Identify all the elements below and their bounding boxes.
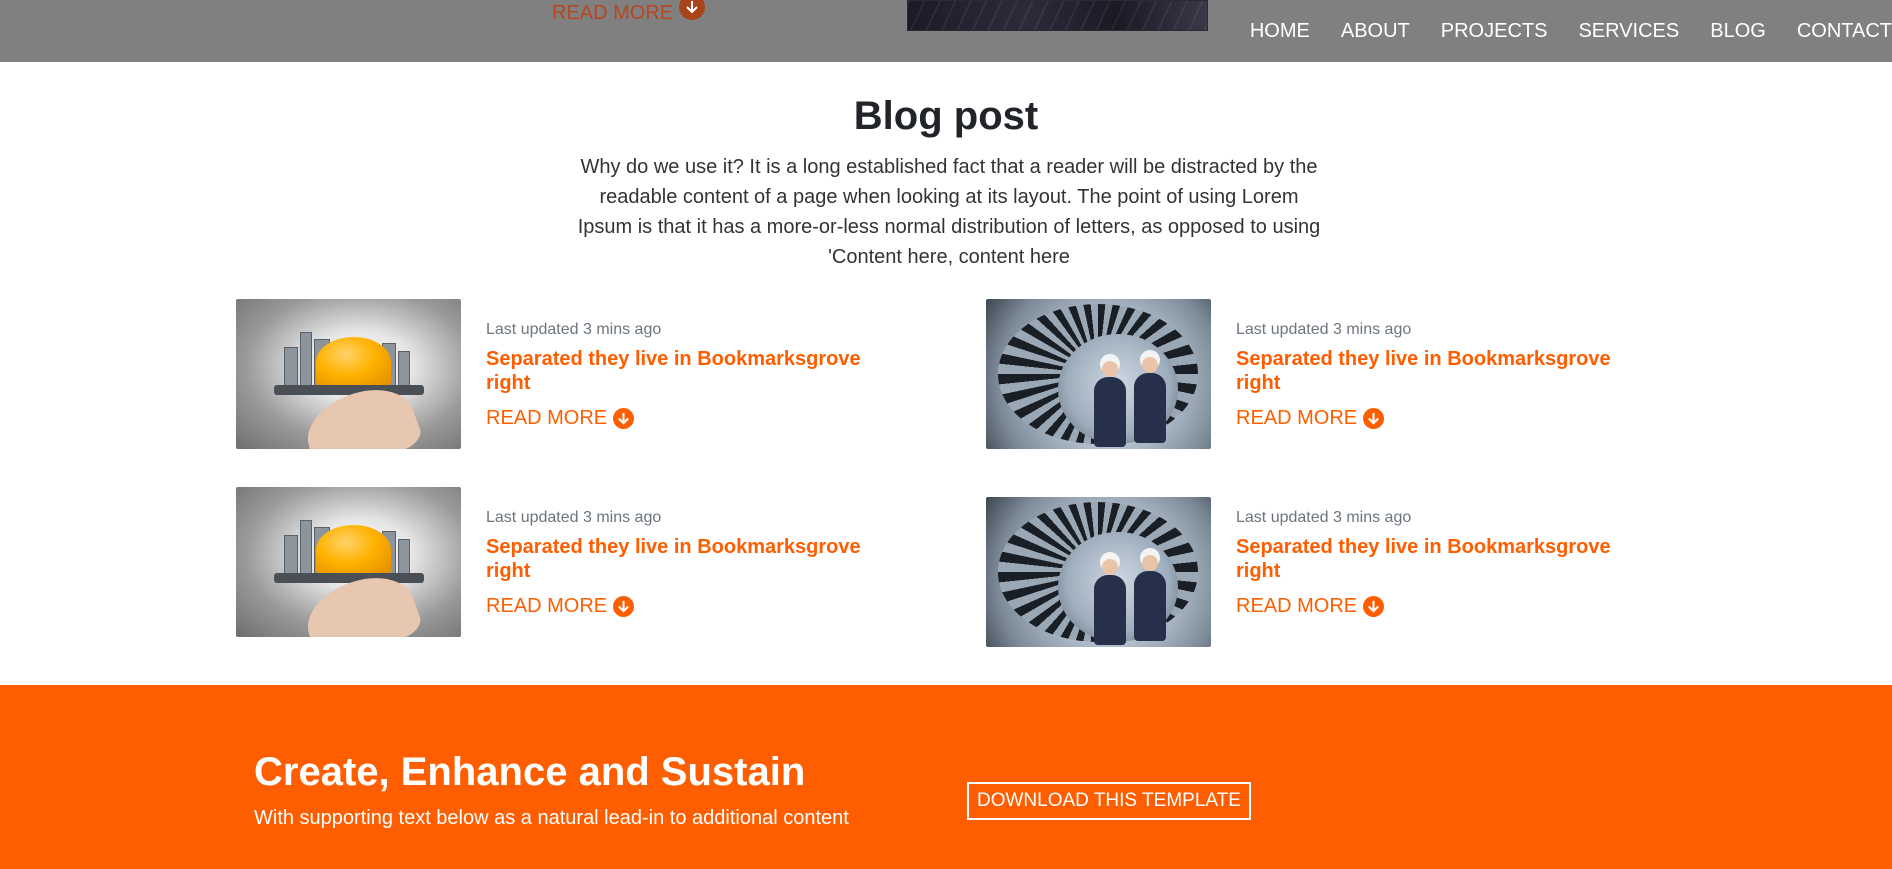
read-more-label: READ MORE — [1236, 407, 1358, 429]
nav-projects[interactable]: PROJECTS — [1441, 20, 1548, 43]
blog-post-card: Last updated 3 mins ago Separated they l… — [986, 299, 1616, 449]
arrow-down-circle-icon — [1363, 596, 1385, 617]
arrow-down-circle-icon — [1363, 408, 1385, 429]
nav-services[interactable]: SERVICES — [1578, 20, 1679, 43]
arrow-down-circle-icon — [613, 596, 635, 617]
nav-contact[interactable]: CONTACT — [1797, 20, 1892, 43]
nav-home[interactable]: HOME — [1250, 20, 1310, 43]
blog-post-card: Last updated 3 mins ago Separated they l… — [986, 487, 1616, 647]
post-image-engineers[interactable] — [986, 497, 1211, 647]
blog-section-intro: Why do we use it? It is a long establish… — [577, 156, 1321, 268]
post-timestamp: Last updated 3 mins ago — [1236, 509, 1412, 526]
read-more-link[interactable]: READ MORE — [1236, 595, 1616, 618]
cta-heading: Create, Enhance and Sustain — [254, 750, 806, 794]
arrow-down-circle-icon — [679, 0, 706, 20]
read-more-label: READ MORE — [1236, 595, 1358, 617]
blog-post-card: Last updated 3 mins ago Separated they l… — [236, 487, 866, 637]
download-template-button[interactable]: DOWNLOAD THIS TEMPLATE — [967, 782, 1251, 820]
post-image-helmet[interactable] — [236, 487, 461, 637]
post-image-helmet[interactable] — [236, 299, 461, 449]
post-timestamp: Last updated 3 mins ago — [486, 321, 662, 338]
post-title-link[interactable]: Separated they live in Bookmarksgrove ri… — [1236, 535, 1616, 583]
read-more-label: READ MORE — [486, 595, 608, 617]
post-title-link[interactable]: Separated they live in Bookmarksgrove ri… — [486, 347, 866, 395]
post-title-link[interactable]: Separated they live in Bookmarksgrove ri… — [486, 535, 866, 583]
previous-read-more-label: READ MORE — [552, 1, 674, 24]
previous-section-image — [907, 0, 1208, 31]
cta-subtext: With supporting text below as a natural … — [254, 807, 849, 829]
read-more-label: READ MORE — [486, 407, 608, 429]
post-title-link[interactable]: Separated they live in Bookmarksgrove ri… — [1236, 347, 1616, 395]
read-more-link[interactable]: READ MORE — [486, 407, 866, 430]
blog-post-card: Last updated 3 mins ago Separated they l… — [236, 299, 866, 449]
blog-section-title: Blog post — [853, 94, 1039, 138]
top-navbar: READ MORE HOME ABOUT PROJECTS SERVICES B… — [0, 0, 1892, 62]
post-image-engineers[interactable] — [986, 299, 1211, 449]
read-more-link[interactable]: READ MORE — [486, 595, 866, 618]
post-timestamp: Last updated 3 mins ago — [486, 509, 662, 526]
nav-about[interactable]: ABOUT — [1341, 20, 1410, 43]
previous-read-more-link[interactable]: READ MORE — [552, 0, 706, 26]
main-nav: HOME ABOUT PROJECTS SERVICES BLOG CONTAC… — [1219, 0, 1892, 62]
post-timestamp: Last updated 3 mins ago — [1236, 321, 1412, 338]
read-more-link[interactable]: READ MORE — [1236, 407, 1616, 430]
nav-blog[interactable]: BLOG — [1710, 20, 1766, 43]
arrow-down-circle-icon — [613, 408, 635, 429]
cta-banner: Create, Enhance and Sustain With support… — [0, 685, 1892, 869]
